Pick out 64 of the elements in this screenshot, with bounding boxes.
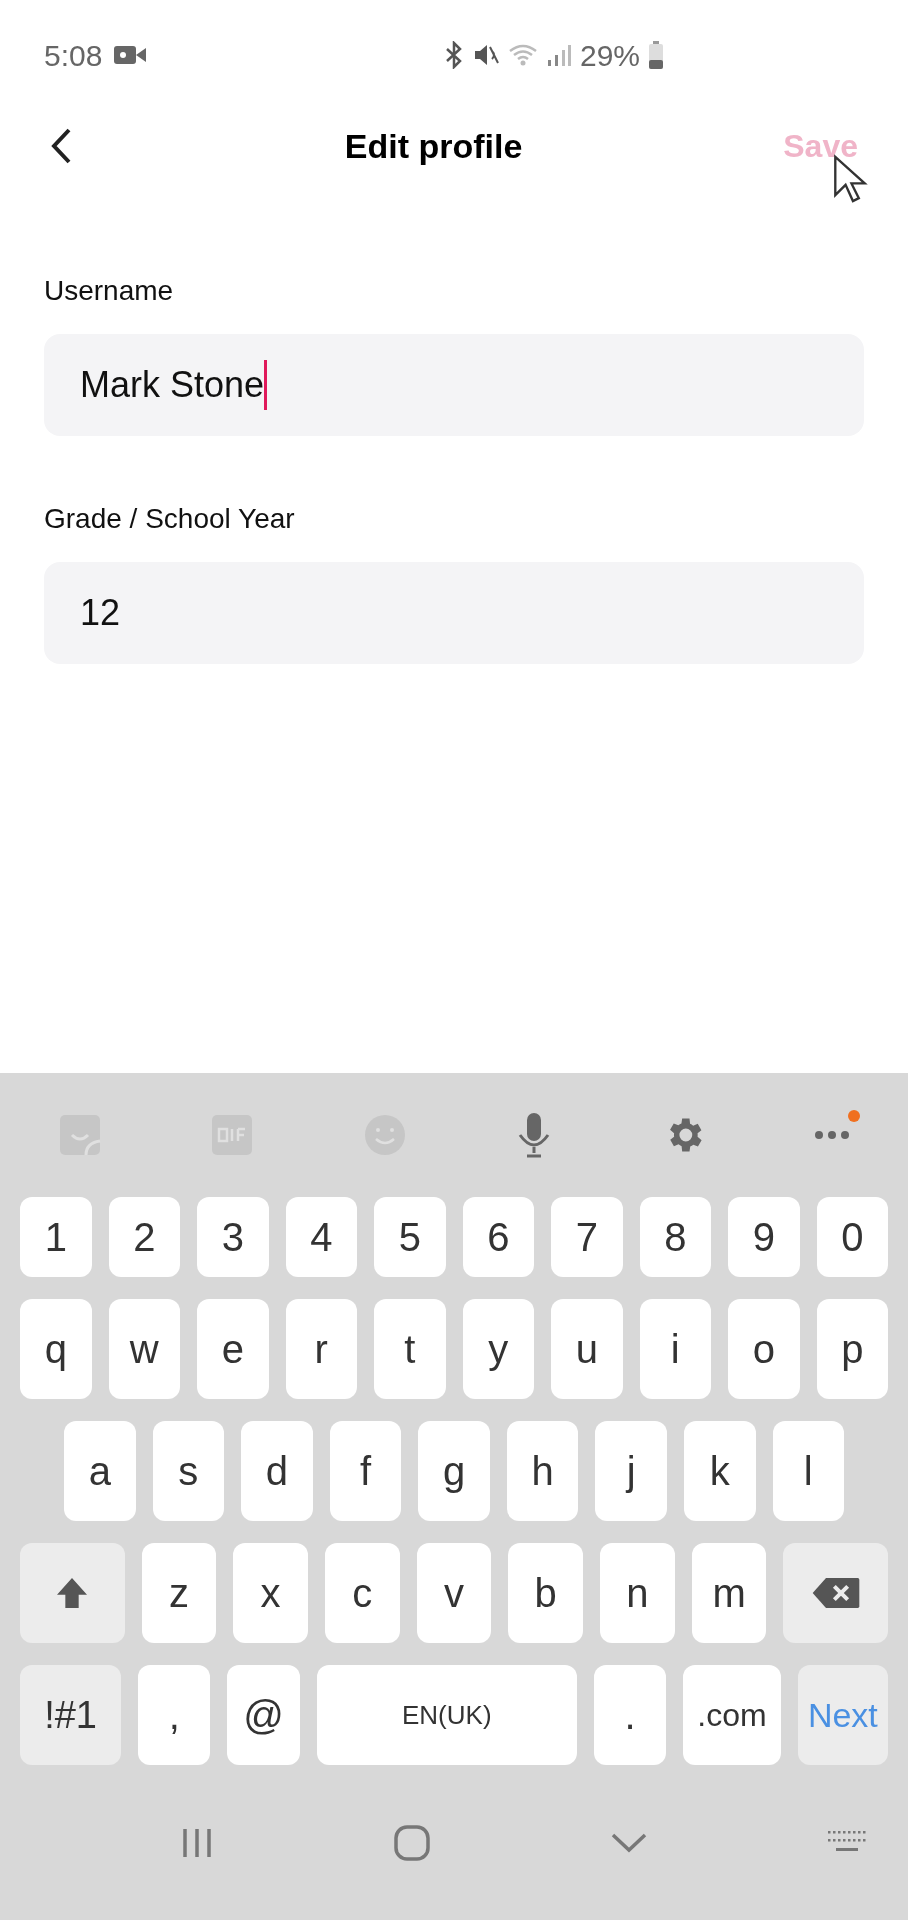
keyboard-key[interactable]: v [416, 1543, 492, 1643]
keyboard-key[interactable]: l [772, 1421, 845, 1521]
video-camera-icon [114, 44, 147, 66]
keyboard-key[interactable]: b [508, 1543, 583, 1643]
keyboard-key[interactable]: @ [227, 1665, 300, 1765]
keyboard-key[interactable]: p [816, 1299, 888, 1399]
page-title: Edit profile [344, 125, 523, 167]
battery-percent: 29% [579, 37, 640, 74]
keyboard-key[interactable]: m [691, 1543, 767, 1643]
keyboard-key[interactable]: 4 [285, 1197, 357, 1277]
wifi-icon [507, 42, 538, 68]
keyboard-key[interactable]: z [141, 1543, 217, 1643]
keyboard-key[interactable]: c [324, 1543, 400, 1643]
keyboard-key[interactable]: o [728, 1299, 800, 1399]
keyboard-key[interactable]: 7 [551, 1197, 623, 1277]
signal-icon [545, 42, 572, 68]
keyboard-key[interactable]: j [595, 1421, 667, 1521]
text-cursor [264, 360, 268, 410]
shift-key[interactable] [20, 1543, 125, 1643]
keyboard-key[interactable]: n [600, 1543, 675, 1643]
backspace-key[interactable] [783, 1543, 888, 1643]
keyboard-key[interactable]: w [108, 1299, 180, 1399]
keyboard-key[interactable]: 5 [374, 1197, 446, 1277]
keyboard-key[interactable]: !#1 [20, 1665, 122, 1765]
text-field[interactable]: 12 [44, 562, 864, 664]
keyboard-key[interactable]: g [418, 1421, 490, 1521]
sticker-icon [58, 1113, 102, 1157]
chevron-down-icon [610, 1832, 647, 1853]
keyboard-key[interactable]: f [329, 1421, 402, 1521]
keyboard-key[interactable]: u [551, 1299, 623, 1399]
more-icon [813, 1130, 850, 1140]
keyboard-key[interactable]: 0 [816, 1197, 888, 1277]
keyboard-key[interactable]: h [506, 1421, 579, 1521]
back-icon [50, 127, 72, 165]
keyboard-key[interactable]: k [683, 1421, 756, 1521]
keyboard-key[interactable]: , [138, 1665, 211, 1765]
keyboard-key[interactable]: t [374, 1299, 446, 1399]
field-label: Grade / School Year [44, 502, 296, 536]
home-icon [393, 1823, 432, 1862]
keyboard-key[interactable]: 2 [108, 1197, 180, 1277]
keyboard-key[interactable]: x [233, 1543, 308, 1643]
battery-icon [648, 41, 664, 69]
keyboard-key[interactable]: 8 [639, 1197, 711, 1277]
keyboard-key[interactable]: a [64, 1421, 136, 1521]
keyboard-key[interactable]: i [639, 1299, 711, 1399]
keyboard-key[interactable]: 9 [728, 1197, 800, 1277]
keyboard-key[interactable]: q [20, 1299, 92, 1399]
gif-icon [210, 1113, 255, 1157]
keyboard-key[interactable]: y [462, 1299, 534, 1399]
keyboard-key[interactable]: . [593, 1665, 667, 1765]
text-field[interactable]: Mark Stone [44, 334, 864, 436]
keyboard-key[interactable]: r [285, 1299, 357, 1399]
status-time: 5:08 [44, 37, 103, 74]
keyboard-key[interactable]: 1 [20, 1197, 92, 1277]
keyboard-key[interactable]: .com [683, 1665, 781, 1765]
keyboard-key[interactable]: 6 [462, 1197, 534, 1277]
keyboard-key[interactable]: 3 [197, 1197, 269, 1277]
keyboard-key[interactable]: s [152, 1421, 225, 1521]
keyboard-key[interactable]: e [197, 1299, 269, 1399]
keyboard-key[interactable]: d [241, 1421, 313, 1521]
emoji-icon [362, 1113, 407, 1157]
keyboard-key[interactable]: EN(UK) [316, 1665, 577, 1765]
backspace-icon [810, 1576, 861, 1610]
field-label: Username [44, 274, 175, 308]
